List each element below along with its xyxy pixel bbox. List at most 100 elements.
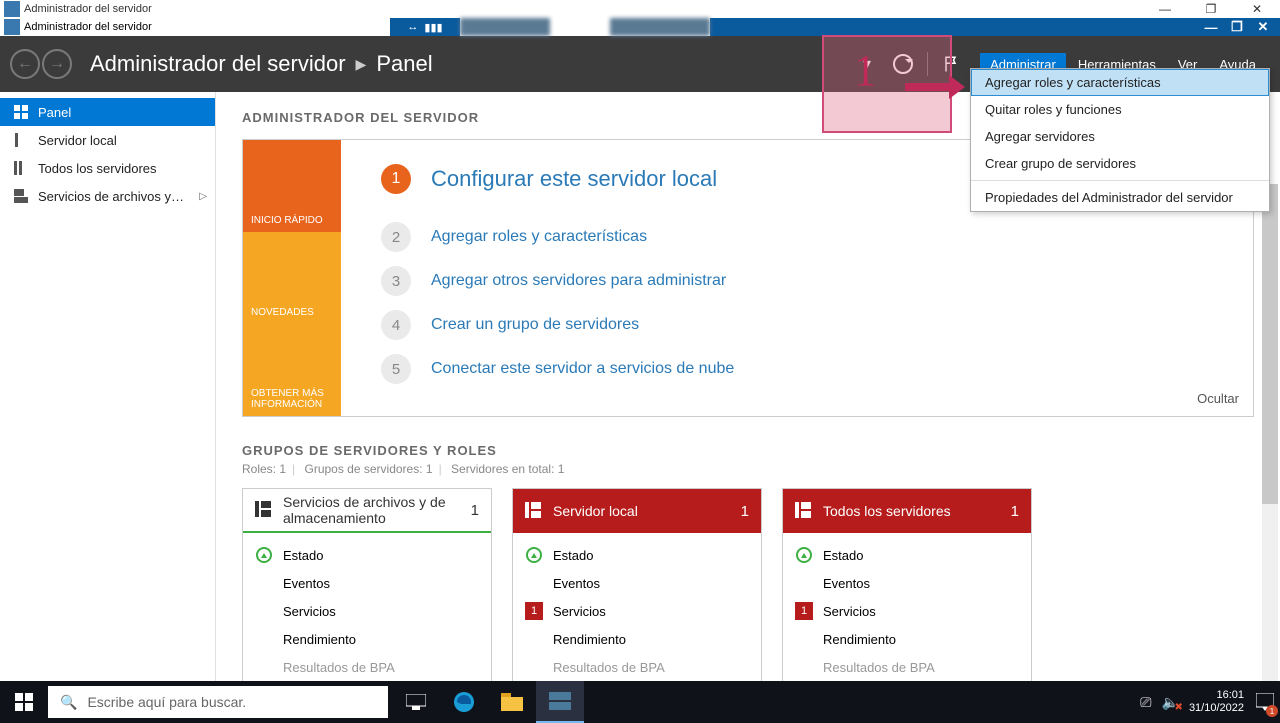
tile-row[interactable]: Rendimiento (795, 625, 1019, 653)
tile-header: Todos los servidores 1 (783, 489, 1031, 533)
tile-title: Servidor local (553, 503, 731, 519)
taskbar-clock[interactable]: 16:01 31/10/2022 (1189, 689, 1250, 715)
nav-forward-button[interactable]: → (42, 49, 72, 79)
dropdown-item-crear-grupo[interactable]: Crear grupo de servidores (971, 150, 1269, 177)
tray-volume-icon[interactable]: 🔈✖ (1162, 694, 1179, 711)
blank-icon (255, 574, 273, 592)
notification-badge: 1 (1266, 705, 1278, 717)
tiles-row: Servicios de archivos y de almacenamient… (242, 488, 1254, 681)
welcome-tab-inicio-rapido[interactable]: INICIO RÁPIDO (243, 140, 341, 232)
step-label: Crear un grupo de servidores (431, 316, 639, 334)
tile-icon (255, 501, 273, 519)
action-center-button[interactable]: 1 (1250, 681, 1280, 723)
tile-row[interactable]: Eventos (525, 569, 749, 597)
tile-row-label: Servicios (553, 604, 606, 619)
dropdown-item-quitar-roles[interactable]: Quitar roles y funciones (971, 96, 1269, 123)
tile-row[interactable]: 1 Servicios (525, 597, 749, 625)
tile-row[interactable]: Rendimiento (255, 625, 479, 653)
welcome-tab-obtener-mas[interactable]: OBTENER MÁS INFORMACIÓN (243, 324, 341, 416)
tile-row[interactable]: Estado (525, 541, 749, 569)
blank-icon (795, 658, 813, 676)
taskbar: 🔍 Escribe aquí para buscar. ⎚ 🔈✖ 16:01 3… (0, 681, 1280, 723)
dropdown-item-agregar-roles[interactable]: Agregar roles y características (971, 69, 1269, 96)
server-group-tile[interactable]: Servidor local 1EstadoEventos1ServiciosR… (512, 488, 762, 681)
inner-close-button[interactable]: ✕ (1250, 18, 1276, 36)
dashboard-icon (14, 105, 28, 119)
tile-row[interactable]: Estado (795, 541, 1019, 569)
tile-row[interactable]: Eventos (795, 569, 1019, 597)
tray-display-icon[interactable]: ⎚ (1140, 694, 1151, 711)
tile-row[interactable]: Resultados de BPA (795, 653, 1019, 681)
tile-row[interactable]: Eventos (255, 569, 479, 597)
tile-row[interactable]: 1Servicios (795, 597, 1019, 625)
tile-row-label: Estado (823, 548, 863, 563)
taskbar-app-edge[interactable] (440, 681, 488, 723)
inner-window-titlebar: Administrador del servidor ↔ ▮▮▮ — ❐ ✕ (0, 18, 1280, 36)
groups-roles-count: Roles: 1 (242, 462, 286, 476)
blurred-region (610, 18, 710, 36)
step-label: Agregar roles y características (431, 228, 647, 246)
tile-row[interactable]: Resultados de BPA (255, 653, 479, 681)
tile-row-label: Resultados de BPA (283, 660, 395, 675)
step-label: Conectar este servidor a servicios de nu… (431, 360, 734, 378)
title-accent: ↔ ▮▮▮ (390, 18, 460, 36)
groups-title: GRUPOS DE SERVIDORES Y ROLES (242, 443, 1254, 458)
clock-date: 31/10/2022 (1189, 702, 1244, 715)
start-button[interactable] (0, 681, 48, 723)
tile-row-label: Eventos (823, 576, 870, 591)
server-group-tile[interactable]: Todos los servidores 1 Estado Eventos 1Serv… (782, 488, 1032, 681)
sidebar-item-panel[interactable]: Panel (0, 98, 215, 126)
tile-row-label: Eventos (553, 576, 600, 591)
sidebar-item-label: Servidor local (38, 133, 117, 148)
breadcrumb[interactable]: Administrador del servidor ▶ Panel (90, 51, 433, 77)
tile-row[interactable]: Estado (255, 541, 479, 569)
outer-window-title: Administrador del servidor (24, 3, 152, 15)
inner-minimize-button[interactable]: — (1198, 18, 1224, 36)
tile-row-label: Resultados de BPA (823, 660, 935, 675)
blurred-region (460, 18, 550, 36)
sidebar-item-label: Servicios de archivos y… (38, 189, 184, 204)
tile-row[interactable]: Resultados de BPA (525, 653, 749, 681)
status-up-icon (525, 546, 543, 564)
taskbar-app-explorer[interactable] (488, 681, 536, 723)
tile-row[interactable]: Rendimiento (525, 625, 749, 653)
blank-icon (255, 658, 273, 676)
welcome-tab-novedades[interactable]: NOVEDADES (243, 232, 341, 324)
sidebar-item-servidor-local[interactable]: Servidor local (0, 126, 215, 154)
dropdown-item-agregar-servidores[interactable]: Agregar servidores (971, 123, 1269, 150)
status-up-icon (255, 546, 273, 564)
hide-link[interactable]: Ocultar (1197, 391, 1239, 406)
tile-row-label: Resultados de BPA (553, 660, 665, 675)
tile-header: Servicios de archivos y de almacenamient… (243, 489, 491, 533)
servers-icon (14, 161, 28, 175)
task-view-button[interactable] (392, 681, 440, 723)
alert-badge: 1 (795, 602, 813, 620)
scrollbar-thumb[interactable] (1262, 184, 1278, 504)
server-group-tile[interactable]: Servicios de archivos y de almacenamient… (242, 488, 492, 681)
sidebar-item-label: Panel (38, 105, 71, 120)
task-view-icon (406, 694, 426, 710)
welcome-step-3[interactable]: 3 Agregar otros servidores para administ… (381, 266, 1233, 296)
outer-close-button[interactable]: ✕ (1234, 0, 1280, 18)
outer-minimize-button[interactable]: — (1142, 0, 1188, 18)
taskbar-search[interactable]: 🔍 Escribe aquí para buscar. (48, 686, 388, 718)
welcome-step-4[interactable]: 4 Crear un grupo de servidores (381, 310, 1233, 340)
step-number: 5 (381, 354, 411, 384)
outer-maximize-button[interactable]: ❐ (1188, 0, 1234, 18)
clock-time: 16:01 (1189, 689, 1244, 702)
dropdown-item-propiedades[interactable]: Propiedades del Administrador del servid… (971, 184, 1269, 211)
taskbar-app-server-manager[interactable] (536, 681, 584, 723)
sidebar-item-label: Todos los servidores (38, 161, 157, 176)
welcome-step-2[interactable]: 2 Agregar roles y características (381, 222, 1233, 252)
annotation-arrow-icon (905, 75, 965, 105)
nav-back-button[interactable]: ← (10, 49, 40, 79)
blank-icon (525, 630, 543, 648)
welcome-step-5[interactable]: 5 Conectar este servidor a servicios de … (381, 354, 1233, 384)
tile-row-label: Estado (283, 548, 323, 563)
sidebar-item-servicios-archivos[interactable]: Servicios de archivos y… ▷ (0, 182, 215, 210)
inner-maximize-button[interactable]: ❐ (1224, 18, 1250, 36)
alert-badge: 1 (525, 602, 543, 620)
sidebar-item-todos-servidores[interactable]: Todos los servidores (0, 154, 215, 182)
tile-row[interactable]: Servicios (255, 597, 479, 625)
scrollbar[interactable] (1262, 184, 1278, 681)
